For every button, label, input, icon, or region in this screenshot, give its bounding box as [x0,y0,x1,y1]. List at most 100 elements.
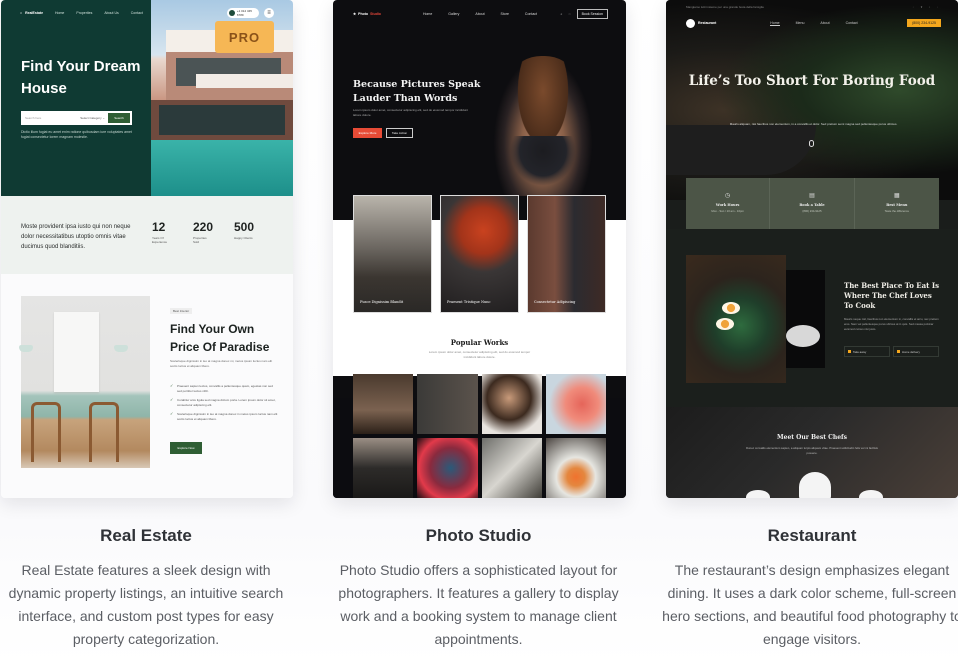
ps-explore-button[interactable]: Explore More [353,128,382,138]
menu-icon[interactable]: ≡ [264,8,274,18]
ps-nav-contact[interactable]: Contact [525,12,537,16]
info-best-menu: ▦ Best Menu Taste the difference [855,178,939,229]
re-section-title: Find Your Own Price Of Paradise [170,322,270,354]
stat-clients: 500 Happy Clients [234,220,255,240]
rs-hero-title: Life’s Too Short For Boring Food [688,73,936,89]
ps-gallery-grid [353,374,606,498]
list-item: Curabitur arcu ligula sed magna dictum p… [170,398,278,407]
card-description: Photo Studio offers a sophisticated layo… [338,562,619,647]
gallery-item[interactable] [353,374,414,434]
re-search-bar[interactable]: Search here Select Category ⌄ Search [21,111,132,125]
gallery-item[interactable] [353,438,414,498]
portfolio-card[interactable]: Praesent Tristique Nunc [440,195,519,313]
re-feature-list: Praesent sapien lectus, convallis a pell… [170,384,278,426]
restaurant-caption: Restaurant The restaurant’s design empha… [656,518,958,651]
portfolio-card[interactable]: Consectetur Adipiscing [527,195,606,313]
plate-image [786,325,820,347]
re-section-tag: Best Interior [170,308,193,314]
re-paradise-section: Best Interior Find Your Own Price Of Par… [1,274,293,498]
chef-hat [859,490,883,498]
chair-icon [31,402,61,462]
re-nav-about[interactable]: About Us [104,11,118,15]
rs-section-desc: Mauris neque nisl, faucibus non elementu… [844,317,939,331]
real-estate-caption: Real Estate Real Estate features a sleek… [0,518,292,651]
photo-studio-caption: Photo Studio Photo Studio offers a sophi… [322,518,635,651]
ps-nav-home[interactable]: Home [423,12,432,16]
rs-nav-about[interactable]: About [820,21,829,26]
rs-nav-home[interactable]: Home [770,21,780,26]
rs-chefs-title: Meet Our Best Chefs [776,434,848,441]
ps-logo: ★ Photo Studio [353,12,381,16]
rs-hero-desc: Mauris aliquam, nisi faucibus non elemen… [729,122,898,126]
re-section-desc: Scelerisque dignissim in leo at magna do… [170,359,273,368]
re-nav-properties[interactable]: Properties [76,11,92,15]
card-description: Real Estate features a sleek design with… [8,562,284,647]
re-nav-home[interactable]: Home [55,11,64,15]
gallery-item[interactable] [417,374,478,434]
gallery-item[interactable] [481,438,542,498]
menu-card-icon: ▦ [893,193,900,199]
gallery-item[interactable] [545,374,606,434]
re-hero: ⌂ RealEstate Home Properties About Us Con… [1,0,293,196]
re-explore-button[interactable]: Explore Now [170,442,202,454]
photo-studio-preview[interactable]: ★ Photo Studio Home Gallery About Store Co… [333,0,626,498]
ps-nav-store[interactable]: Store [501,12,509,16]
restaurant-preview[interactable]: Mangiamo tutti insieme per una grande fe… [666,0,958,498]
feature-home-delivery: Home delivery [893,346,939,357]
food-plate-image [686,255,786,383]
rs-nav-menu[interactable]: Menu [796,21,805,26]
stat-properties: 220 Properties Sold [193,220,214,244]
phone-icon [229,10,235,16]
real-estate-preview[interactable]: ⌂ RealEstate Home Properties About Us Con… [1,0,293,498]
re-nav: ⌂ RealEstate Home Properties About Us Con… [20,11,143,15]
chair-icon [89,402,119,462]
logo-icon [686,18,695,28]
ps-action-button[interactable]: Take Action [386,128,413,138]
gallery-item[interactable] [417,438,478,498]
ps-hero-desc: Lorem ipsum dolor amet, consectetur adip… [353,108,468,117]
re-logo: ⌂ RealEstate [20,11,44,15]
cart-icon[interactable]: ◌ [569,12,571,16]
re-search-input[interactable]: Search here [25,116,41,120]
info-work-hours: ◷ Work Hours Mon - Sun / 10 am - 10pm [686,178,771,229]
re-stats-section: Moste provident ipsa iusto qui non neque… [1,196,293,274]
pro-badge: PRO [215,21,274,53]
gallery-item[interactable] [481,374,542,434]
rs-features: Take away Home delivery [844,346,939,357]
chef-hat [799,472,831,498]
rs-call-button[interactable]: (800) 234-9125 [907,19,941,27]
ps-nav-gallery[interactable]: Gallery [448,12,459,16]
bag-icon [848,350,851,353]
ps-book-button[interactable]: Book Session [576,9,608,19]
rs-info-bar: ◷ Work Hours Mon - Sun / 10 am - 10pm ▤ Boo… [686,178,939,229]
ps-hero-title: Because Pictures Speak Lauder Than Words [353,79,481,104]
ps-nav-about[interactable]: About [475,12,484,16]
re-hero-desc: Dictio illum fugiat eu amet enim ratione… [21,130,132,139]
feature-take-away: Take away [844,346,890,357]
social-icons[interactable]: ◦ ▾ ▫ ◦ [913,5,941,9]
book-icon: ▤ [809,193,815,199]
re-nav-contact[interactable]: Contact [131,11,143,15]
rs-logo: Restaurant [686,18,716,28]
card-title[interactable]: Real Estate [0,518,292,554]
lamp-icon [114,345,128,352]
re-category-select[interactable]: Select Category ⌄ [80,116,105,120]
chef-hat [746,490,770,498]
re-phone-button[interactable]: +1 012 345 6789 [227,8,259,18]
portfolio-card[interactable]: Fusce Dignissim Blandit [353,195,432,313]
rs-chefs-desc: Donec convallis elementum sapien, a aliq… [746,446,878,455]
rs-nav-contact[interactable]: Contact [846,21,858,26]
card-title[interactable]: Restaurant [656,518,958,554]
gallery-item[interactable] [545,438,606,498]
stat-years: 12 Years Of Experience [152,220,168,244]
card-title[interactable]: Photo Studio [322,518,635,554]
card-description: The restaurant’s design emphasizes elega… [662,562,958,647]
search-icon[interactable]: ⌕ [561,12,563,16]
list-item: Scelerisque dignissim in leo at magna do… [170,412,278,421]
re-search-button[interactable]: Search [108,113,130,123]
truck-icon [897,350,900,353]
home-icon: ⌂ [20,11,23,15]
info-book-table[interactable]: ▤ Book a Table (800) 234-9125 [770,178,855,229]
pool [151,140,293,196]
rs-section-title: The Best Place To Eat Is Where The Chef … [844,281,940,310]
